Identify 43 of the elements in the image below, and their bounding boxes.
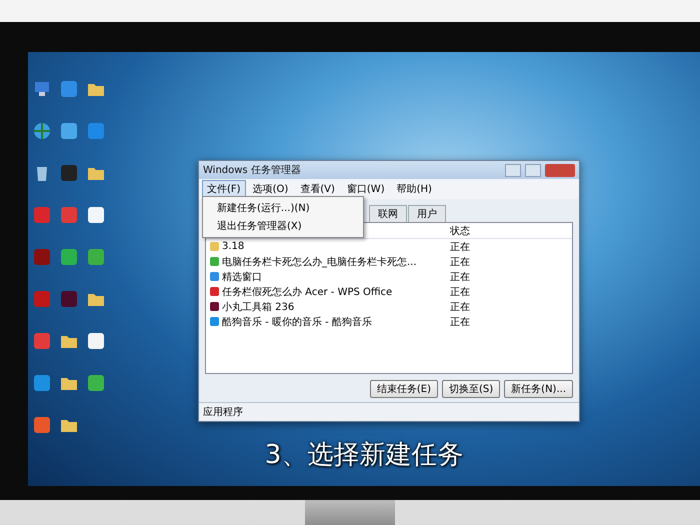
task-status: 正在	[450, 256, 471, 268]
task-name[interactable]: 小丸工具箱 236	[210, 300, 450, 314]
task-name[interactable]: 酷狗音乐 - 暖你的音乐 - 酷狗音乐	[210, 314, 450, 328]
window-title: Windows 任务管理器	[203, 164, 302, 177]
app-icon[interactable]	[86, 332, 104, 350]
maximize-button[interactable]	[525, 164, 541, 176]
tab[interactable]: 用户	[408, 205, 446, 222]
menu-item[interactable]: 窗口(W)	[342, 180, 390, 198]
action-button[interactable]: 新任务(N)...	[504, 380, 573, 398]
column-header[interactable]: 状态	[450, 224, 568, 238]
menu-item[interactable]: 帮助(H)	[392, 180, 437, 198]
task-status: 正在	[450, 300, 471, 314]
task-name[interactable]: 3.18	[210, 241, 450, 252]
menu-item[interactable]: 查看(V)	[295, 180, 340, 198]
menu-item[interactable]: 选项(O)	[248, 180, 294, 198]
task-status: 正在	[450, 240, 471, 254]
task-label: 小丸工具箱 236	[222, 300, 294, 314]
task-label: 电脑任务栏卡死怎么办_电脑任务栏卡死怎...	[222, 256, 417, 268]
status-bar: 应用程序	[199, 402, 579, 421]
task-status: 正在	[450, 270, 471, 284]
globe-icon[interactable]	[32, 122, 50, 140]
task-label: 精选窗口	[222, 270, 262, 284]
action-button[interactable]: 结束任务(E)	[370, 380, 438, 398]
app-icon[interactable]	[86, 206, 104, 224]
action-button[interactable]: 切换至(S)	[442, 380, 500, 398]
close-button[interactable]	[545, 164, 575, 176]
app-icon[interactable]	[86, 374, 104, 392]
task-label: 任务栏假死怎么办 Acer - WPS Office	[222, 286, 392, 298]
menu-option[interactable]: 新建任务(运行...)(N)	[203, 199, 363, 217]
task-name[interactable]: 电脑任务栏卡死怎么办_电脑任务栏卡死怎...	[210, 254, 450, 268]
menu-option[interactable]: 退出任务管理器(X)	[203, 217, 363, 235]
task-name[interactable]: 精选窗口	[210, 270, 450, 284]
app-icon[interactable]	[32, 416, 50, 434]
task-status: 正在	[450, 286, 471, 298]
task-label: 酷狗音乐 - 暖你的音乐 - 酷狗音乐	[222, 316, 372, 328]
minimize-button[interactable]	[505, 164, 521, 176]
task-status: 正在	[450, 316, 471, 328]
app-icon[interactable]	[32, 374, 50, 392]
computer-icon[interactable]	[32, 80, 50, 98]
tab[interactable]: 联网	[369, 205, 407, 222]
task-label: 3.18	[222, 241, 244, 252]
subtitle-caption: 3、选择新建任务	[264, 439, 464, 472]
task-name[interactable]: 任务栏假死怎么办 Acer - WPS Office	[210, 284, 450, 298]
